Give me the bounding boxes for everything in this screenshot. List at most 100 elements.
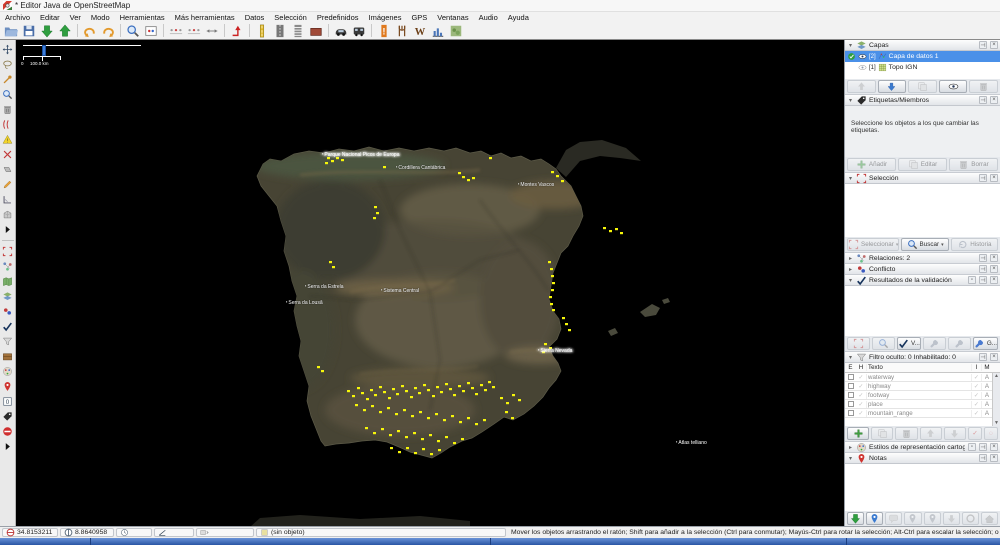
close-icon[interactable]: × [990, 174, 998, 182]
extrude-tool[interactable] [1, 162, 15, 176]
save-toolbar-button[interactable] [20, 23, 38, 39]
layer-delete-button[interactable] [969, 80, 998, 93]
zoom-slider[interactable] [23, 45, 141, 46]
validator-dialog[interactable] [1, 319, 15, 333]
filter-hide-mark[interactable]: ✓ [856, 410, 866, 417]
changeset-dialog[interactable] [1, 349, 15, 363]
select-errors-button[interactable] [847, 337, 870, 350]
sp1-toolbar-button[interactable] [185, 23, 203, 39]
sp3-toolbar-button[interactable] [203, 23, 221, 39]
upload-notes-button[interactable] [981, 512, 998, 525]
edit-tag-button[interactable]: Editar [898, 158, 947, 171]
menu-herramientas[interactable]: Herramientas [115, 12, 170, 22]
close-icon[interactable]: × [990, 443, 998, 451]
close-icon[interactable]: × [990, 276, 998, 284]
filter-up-button[interactable] [920, 427, 942, 440]
move-tool[interactable] [1, 42, 15, 56]
filter-row-highway[interactable]: ✓highway✓A [845, 382, 1000, 391]
collapse-icon[interactable]: ▾ [847, 97, 854, 104]
layer-row-data[interactable]: [2] Capa de datos 1 [845, 51, 1000, 62]
panel-relaciones-header[interactable]: ▸ Relaciones: 2 ⊣× [845, 253, 1000, 264]
car-toolbar-button[interactable] [332, 23, 350, 39]
distance-indicator[interactable] [196, 528, 254, 537]
menu-audio[interactable]: Audio [474, 12, 503, 22]
delete-filter-button[interactable] [895, 427, 917, 440]
upload-toolbar-button[interactable] [56, 23, 74, 39]
angle-tool[interactable] [1, 192, 15, 206]
note-circle-button[interactable] [962, 512, 979, 525]
W-toolbar-button[interactable]: W [411, 23, 429, 39]
filter-hide-mark[interactable]: ✓ [856, 401, 866, 408]
layer-up-button[interactable] [847, 80, 876, 93]
fix-button[interactable] [923, 337, 946, 350]
close-icon[interactable]: × [990, 454, 998, 462]
notes-dialog[interactable] [1, 379, 15, 393]
collapse-icon[interactable]: ▸ [847, 255, 854, 262]
close-icon[interactable]: × [990, 96, 998, 104]
add-tag-button[interactable]: Añadir [847, 158, 896, 171]
search-button[interactable]: Buscar▾ [901, 238, 948, 251]
undo-toolbar-button[interactable] [81, 23, 99, 39]
collapse-icon[interactable]: ▸ [847, 266, 854, 273]
filter-enable-checkbox[interactable] [845, 410, 856, 417]
green-toolbar-button[interactable] [447, 23, 465, 39]
disable-dialog[interactable] [1, 424, 15, 438]
selection-dialog[interactable] [1, 244, 15, 258]
split-tool[interactable] [1, 147, 15, 161]
add-filter-button[interactable] [847, 427, 869, 440]
filter-row-waterway[interactable]: ✓waterway✓A [845, 373, 1000, 382]
lasso-tool[interactable] [1, 57, 15, 71]
visibility-eye-icon[interactable] [858, 52, 867, 61]
fork-toolbar-button[interactable] [393, 23, 411, 39]
dock-icon[interactable]: ⊣ [979, 174, 987, 182]
minimap-dialog[interactable] [1, 274, 15, 288]
menu-selecci-n[interactable]: Selección [269, 12, 312, 22]
collapse-icon[interactable]: ▾ [847, 175, 854, 182]
open-toolbar-button[interactable] [2, 23, 20, 39]
panel-estilos-header[interactable]: ▸ Estilos de representación cartográfica… [845, 442, 1000, 453]
conflict-dialog[interactable] [1, 304, 15, 318]
more[interactable] [1, 222, 15, 236]
layer-visibility-button[interactable] [939, 80, 968, 93]
layer-down-button[interactable] [878, 80, 907, 93]
changeset-counter[interactable]: 0 [1, 394, 15, 408]
close-note-button[interactable] [904, 512, 921, 525]
warn-toolbar-button[interactable]: ! [375, 23, 393, 39]
dock-icon[interactable]: ⊣ [979, 443, 987, 451]
select-button[interactable]: Seleccionar▾ [847, 238, 899, 251]
panel-seleccion-header[interactable]: ▾ Selección ⊣× [845, 173, 1000, 184]
dock-icon[interactable]: ⊣ [979, 454, 987, 462]
filter-hide-mark[interactable]: ✓ [856, 392, 866, 399]
sort-notes-button[interactable] [943, 512, 960, 525]
filter-dialog[interactable] [1, 334, 15, 348]
layer-duplicate-button[interactable] [908, 80, 937, 93]
follow-toolbar-button[interactable] [228, 23, 246, 39]
authors-dialog[interactable] [1, 409, 15, 423]
collapse-icon[interactable]: ▾ [847, 455, 854, 462]
panel-notas-header[interactable]: ▾ Notas ⊣× [845, 453, 1000, 464]
zoom-slider-handle[interactable] [42, 45, 46, 56]
close-icon[interactable]: × [990, 353, 998, 361]
filter-hide-mark[interactable]: ✓ [856, 374, 866, 381]
dock-icon[interactable]: ⊣ [979, 353, 987, 361]
draw-tool[interactable] [1, 177, 15, 191]
collapse-icon[interactable]: ▾ [847, 42, 854, 49]
filter-hide-toggle[interactable]: ◌ [984, 427, 998, 440]
manage-ignored-button[interactable]: G... [973, 337, 998, 350]
filter-row-mountain_range[interactable]: ✓mountain_range✓A [845, 409, 1000, 418]
unglue-tool[interactable] [1, 72, 15, 86]
close-icon[interactable]: × [990, 254, 998, 262]
close-icon[interactable]: × [990, 265, 998, 273]
menu-ver[interactable]: Ver [65, 12, 86, 22]
roadY-toolbar-button[interactable] [253, 23, 271, 39]
panel-filtro-header[interactable]: ▾ Filtro oculto: 0 Inhabilitado: 0 ⊣× [845, 352, 1000, 363]
layers-dialog[interactable] [1, 289, 15, 303]
filter-row-footway[interactable]: ✓footway✓A [845, 391, 1000, 400]
building-toolbar-button[interactable] [307, 23, 325, 39]
filter-scrollbar[interactable]: ▲▼ [992, 373, 1000, 426]
lanes-toolbar-button[interactable] [271, 23, 289, 39]
menu-datos[interactable]: Datos [240, 12, 270, 22]
dock-icon[interactable]: ⊣ [979, 276, 987, 284]
filter-enable-checkbox[interactable] [845, 383, 856, 390]
validate-button[interactable]: V... [897, 337, 921, 350]
